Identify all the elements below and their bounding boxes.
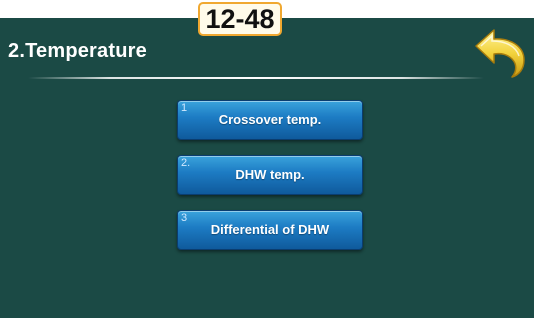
menu-item-label: Differential of DHW (210, 222, 330, 237)
page-title: 2.Temperature (8, 40, 147, 62)
menu-item-label: DHW temp. (235, 167, 305, 182)
back-button[interactable] (472, 26, 528, 78)
differential-of-dhw-button[interactable]: 3 Differential of DHW (177, 210, 363, 250)
back-arrow-icon (475, 29, 525, 78)
menu-item-label: Crossover temp. (218, 112, 322, 127)
screen-code-badge: 12-48 (198, 2, 282, 36)
title-divider (28, 77, 484, 79)
crossover-temp-button[interactable]: 1 Crossover temp. (177, 100, 363, 140)
dhw-temp-button[interactable]: 2. DHW temp. (177, 155, 363, 195)
